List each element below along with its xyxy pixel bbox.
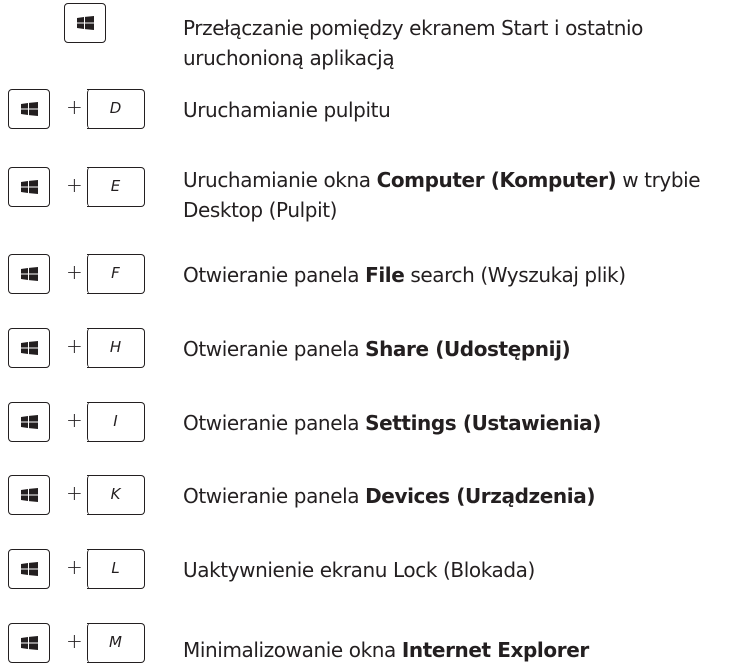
windows-logo-icon: [77, 16, 94, 30]
plus-sign: +: [66, 95, 83, 119]
plus-sign: +: [66, 173, 83, 197]
windows-key: [8, 254, 50, 294]
plus-sign: +: [66, 260, 83, 284]
key-combo: + K: [0, 474, 170, 515]
letter-key: K: [87, 474, 145, 515]
letter-key: H: [87, 327, 145, 368]
key-combo: + H: [0, 327, 170, 368]
key-combo: + F: [0, 253, 170, 294]
letter-key-label: H: [109, 338, 122, 356]
letter-key-label: D: [109, 99, 122, 117]
letter-key-label: I: [113, 412, 118, 430]
plus-sign: +: [66, 555, 83, 579]
key-combo: + I: [0, 401, 170, 442]
letter-key: L: [87, 548, 145, 589]
windows-key: [64, 3, 106, 43]
windows-logo-icon: [21, 102, 38, 116]
shortcut-description: Otwieranie panela Share (Udostępnij): [183, 337, 571, 361]
letter-key-label: L: [111, 559, 120, 577]
shortcut-description: Uaktywnienie ekranu Lock (Blokada): [183, 558, 535, 582]
windows-key: [8, 402, 50, 442]
shortcut-description: Minimalizowanie okna Internet Explorer: [183, 638, 589, 662]
shortcut-description: Uruchamianie pulpitu: [183, 98, 391, 122]
windows-key: [8, 623, 50, 663]
windows-key: [8, 89, 50, 129]
windows-key: [8, 328, 50, 368]
windows-logo-icon: [21, 636, 38, 650]
windows-logo-icon: [21, 488, 38, 502]
letter-key-label: K: [110, 485, 121, 503]
windows-logo-icon: [21, 267, 38, 281]
letter-key-label: F: [111, 264, 120, 282]
letter-key: F: [87, 253, 145, 294]
windows-logo-icon: [21, 562, 38, 576]
windows-key: [8, 549, 50, 589]
letter-key: M: [87, 622, 145, 663]
letter-key: I: [87, 401, 145, 442]
shortcut-description: Przełączanie pomiędzy ekranem Start i os…: [183, 16, 643, 70]
key-combo: + L: [0, 548, 170, 589]
windows-key: [8, 167, 50, 207]
key-combo: [0, 3, 170, 43]
shortcut-description: Otwieranie panela File search (Wyszukaj …: [183, 263, 626, 287]
key-combo: + D: [0, 88, 170, 129]
letter-key: E: [87, 166, 145, 207]
letter-key-label: M: [109, 633, 122, 651]
key-combo: + E: [0, 166, 170, 207]
letter-key: D: [87, 88, 145, 129]
windows-key: [8, 475, 50, 515]
shortcut-description: Otwieranie panela Devices (Urządzenia): [183, 484, 596, 508]
windows-logo-icon: [21, 341, 38, 355]
windows-logo-icon: [21, 180, 38, 194]
plus-sign: +: [66, 481, 83, 505]
letter-key-label: E: [110, 177, 121, 195]
shortcut-description: Uruchamianie okna Computer (Komputer) w …: [183, 168, 701, 222]
plus-sign: +: [66, 629, 83, 653]
plus-sign: +: [66, 408, 83, 432]
windows-logo-icon: [21, 415, 38, 429]
shortcut-description: Otwieranie panela Settings (Ustawienia): [183, 411, 602, 435]
plus-sign: +: [66, 334, 83, 358]
key-combo: + M: [0, 622, 170, 663]
